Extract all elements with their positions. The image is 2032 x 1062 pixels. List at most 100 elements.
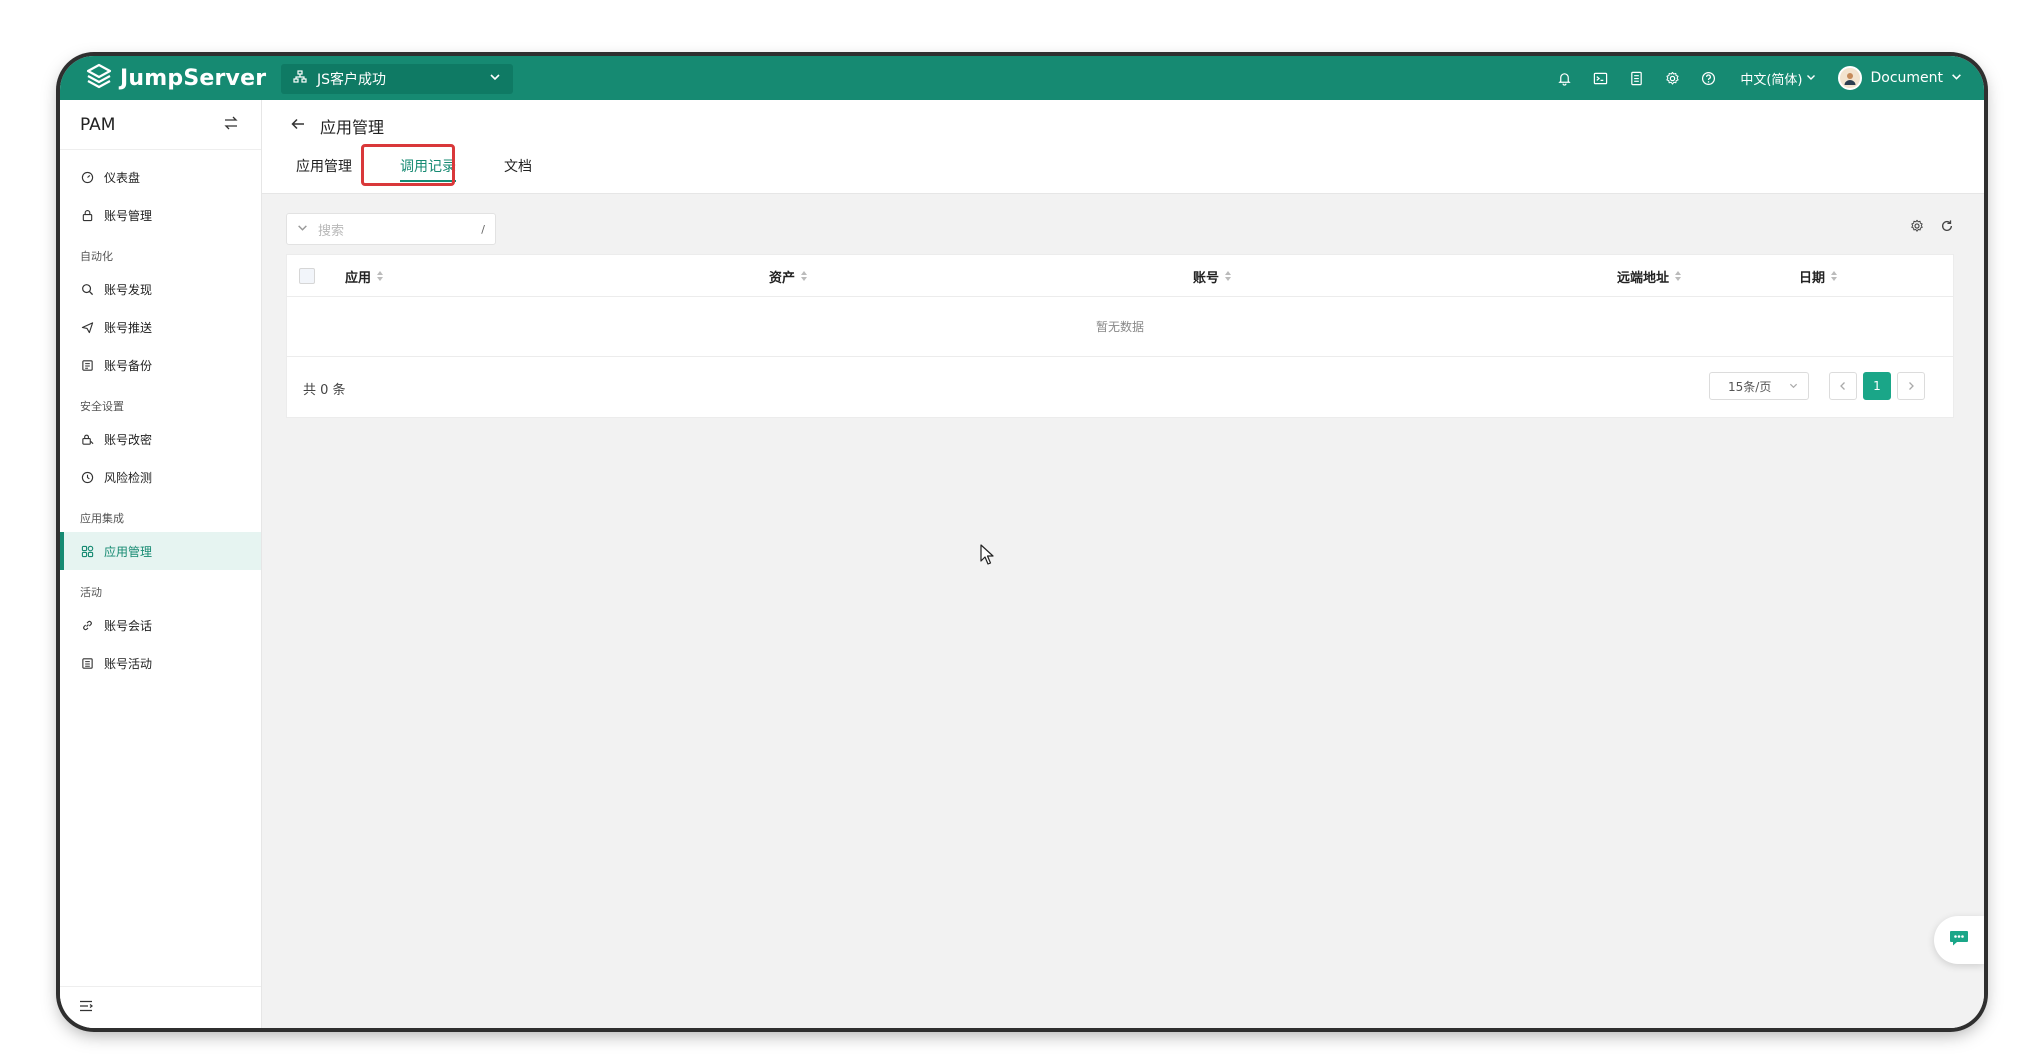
avatar <box>1838 66 1863 90</box>
chevron-right-icon <box>1909 382 1914 390</box>
column-header-app[interactable]: 应用 <box>345 255 384 297</box>
total-count: 共 0 条 <box>303 383 346 398</box>
sidebar-group-title: 应用集成 <box>80 512 124 525</box>
sidebar-item-account-discovery[interactable]: 账号发现 <box>60 270 261 308</box>
sidebar-item-label: 账号备份 <box>104 358 153 373</box>
sidebar-item-label: 账号活动 <box>104 656 153 671</box>
chat-bubble-icon <box>1948 927 1970 953</box>
gear-icon[interactable] <box>1910 218 1924 237</box>
back-arrow-icon[interactable] <box>290 116 306 136</box>
chevron-down-icon <box>1951 70 1962 86</box>
sidebar-item-risk-detection[interactable]: 风险检测 <box>60 458 261 496</box>
sort-icon <box>1225 271 1232 281</box>
sidebar-header: PAM <box>60 100 261 150</box>
sidebar-item-label: 账号发现 <box>104 282 153 297</box>
bell-icon[interactable] <box>1546 56 1582 100</box>
sidebar-group-title: 安全设置 <box>80 400 124 413</box>
terminal-icon[interactable] <box>1582 56 1618 100</box>
sidebar-title: PAM <box>80 114 116 135</box>
org-tree-icon <box>293 70 307 88</box>
sidebar-item-label: 账号会话 <box>104 618 153 633</box>
prev-page-button[interactable] <box>1829 372 1857 400</box>
user-name: Document <box>1870 70 1943 86</box>
refresh-icon[interactable] <box>1940 218 1954 237</box>
risk-clock-icon <box>80 470 94 484</box>
main-content: 应用管理 应用管理 调用记录 文档 搜索 / 应用 资产 账号 远端地址 日期 … <box>262 100 1984 1028</box>
search-placeholder: 搜索 <box>318 223 345 239</box>
column-label: 账号 <box>1193 270 1220 286</box>
sidebar-item-label: 账号改密 <box>104 432 153 447</box>
sidebar-group-title: 自动化 <box>80 250 113 263</box>
org-name: JS客户成功 <box>317 72 387 88</box>
sort-icon <box>801 271 808 281</box>
search-icon <box>80 282 94 296</box>
sidebar-item-account-backup[interactable]: 账号备份 <box>60 346 261 384</box>
select-all-checkbox[interactable] <box>299 268 315 284</box>
org-selector[interactable]: JS客户成功 <box>281 64 513 94</box>
send-icon <box>80 320 94 334</box>
column-header-account[interactable]: 账号 <box>1193 255 1232 297</box>
column-header-date[interactable]: 日期 <box>1799 255 1838 297</box>
app-window: JumpServer JS客户成功 中文(简体) Document PAM 仪表… <box>60 56 1984 1028</box>
key-lock-icon <box>80 432 94 446</box>
search-input[interactable]: 搜索 / <box>286 213 496 245</box>
sidebar-item-label: 风险检测 <box>104 470 153 485</box>
column-label: 日期 <box>1799 270 1826 286</box>
column-header-asset[interactable]: 资产 <box>769 255 808 297</box>
records-table: 应用 资产 账号 远端地址 日期 暂无数据 共 0 条 15条/页 1 <box>286 254 1954 418</box>
apps-grid-icon <box>80 544 94 558</box>
column-header-remote-address[interactable]: 远端地址 <box>1617 255 1682 297</box>
sidebar-item-label: 账号管理 <box>104 208 153 223</box>
sidebar-item-label: 仪表盘 <box>104 170 141 185</box>
sidebar-item-change-secret[interactable]: 账号改密 <box>60 420 261 458</box>
sidebar-group-title: 活动 <box>80 586 102 599</box>
sidebar-item-account-activity[interactable]: 账号活动 <box>60 644 261 682</box>
chevron-down-icon <box>297 222 308 237</box>
chat-assistant-button[interactable] <box>1934 916 1984 964</box>
logo[interactable]: JumpServer <box>86 62 266 94</box>
tab-documents[interactable]: 文档 <box>504 156 532 194</box>
breadcrumb: 应用管理 <box>290 114 384 138</box>
help-icon[interactable] <box>1690 56 1726 100</box>
chevron-down-icon <box>489 71 501 87</box>
lock-icon <box>80 208 94 222</box>
tab-app-management[interactable]: 应用管理 <box>296 156 352 194</box>
column-label: 应用 <box>345 270 372 286</box>
sidebar-item-app-management[interactable]: 应用管理 <box>60 532 261 570</box>
sort-icon <box>377 271 384 281</box>
switch-view-icon[interactable] <box>223 115 239 135</box>
sidebar-item-label: 应用管理 <box>104 544 153 559</box>
page-number-button[interactable]: 1 <box>1863 372 1891 400</box>
chevron-down-icon <box>1806 71 1816 86</box>
empty-state: 暂无数据 <box>287 297 1953 357</box>
sidebar-footer <box>60 986 261 1028</box>
highlight-annotation <box>361 144 455 186</box>
page-size-select[interactable]: 15条/页 <box>1709 372 1809 400</box>
pagination: 共 0 条 15条/页 1 <box>287 357 1953 417</box>
sidebar-item-label: 账号推送 <box>104 320 153 335</box>
gear-icon[interactable] <box>1654 56 1690 100</box>
search-shortcut-hint: / <box>481 222 485 236</box>
sidebar-item-account-management[interactable]: 账号管理 <box>60 196 261 234</box>
sidebar-item-account-sessions[interactable]: 账号会话 <box>60 606 261 644</box>
sidebar-item-dashboard[interactable]: 仪表盘 <box>60 158 261 196</box>
language-selector[interactable]: 中文(简体) <box>1740 69 1816 88</box>
page-title: 应用管理 <box>320 118 385 137</box>
link-icon <box>80 618 94 632</box>
jumpserver-logo-icon <box>86 63 112 93</box>
chevron-left-icon <box>1840 382 1845 390</box>
sidebar-item-account-push[interactable]: 账号推送 <box>60 308 261 346</box>
next-page-button[interactable] <box>1897 372 1925 400</box>
mouse-cursor-icon <box>980 544 996 570</box>
column-label: 资产 <box>769 270 796 286</box>
user-menu[interactable]: Document <box>1838 66 1962 90</box>
activity-list-icon <box>80 656 94 670</box>
page-size-label: 15条/页 <box>1728 379 1772 394</box>
collapse-menu-icon[interactable] <box>78 998 94 1018</box>
logo-text: JumpServer <box>120 65 267 91</box>
sort-icon <box>1675 271 1682 281</box>
language-label: 中文(简体) <box>1740 72 1803 88</box>
table-tools <box>1910 218 1954 237</box>
document-list-icon[interactable] <box>1618 56 1654 100</box>
sidebar: PAM 仪表盘 账号管理 自动化 账号发现 账号推送 账号备份 安全设置 账号改… <box>60 100 262 1028</box>
